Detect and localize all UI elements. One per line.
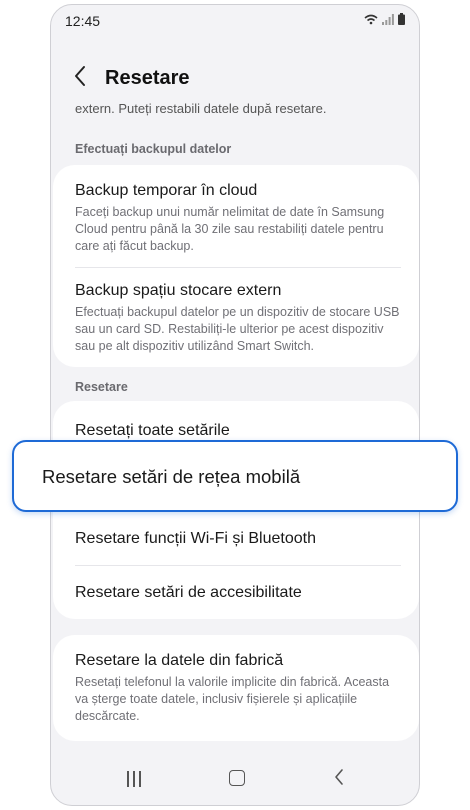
chevron-left-icon	[75, 66, 85, 86]
list-item-reset-wifi-bluetooth[interactable]: Resetare funcții Wi-Fi și Bluetooth	[75, 529, 401, 549]
highlighted-item-reset-mobile-network[interactable]: Resetare setări de rețea mobilă	[12, 440, 458, 512]
partial-description: extern. Puteți restabili datele după res…	[75, 101, 327, 116]
item-title: Resetare funcții Wi-Fi și Bluetooth	[75, 530, 316, 547]
status-bar: 12:45	[51, 5, 419, 39]
item-description: Efectuați backupul datelor pe un dispozi…	[75, 305, 400, 353]
item-description: Resetați telefonul la valorile implicite…	[75, 675, 390, 723]
signal-icon	[381, 13, 394, 25]
factory-reset-card: Resetare la datele din fabrică Resetați …	[53, 635, 419, 741]
nav-back-button[interactable]	[333, 767, 345, 791]
navigation-bar	[51, 755, 419, 805]
status-icons	[364, 13, 405, 26]
item-title: Resetați toate setările	[75, 422, 230, 439]
item-title: Resetare setări de rețea mobilă	[42, 466, 301, 487]
item-title: Backup spațiu stocare extern	[75, 282, 282, 299]
item-title: Resetare la datele din fabrică	[75, 652, 284, 669]
wifi-icon	[364, 14, 378, 24]
back-button[interactable]	[73, 65, 91, 93]
home-button[interactable]	[229, 770, 245, 786]
app-header: Resetare	[51, 61, 419, 101]
list-item-external-backup[interactable]: Backup spațiu stocare extern Efectuați b…	[75, 281, 401, 355]
list-item-cloud-backup[interactable]: Backup temporar în cloud Faceți backup u…	[75, 181, 401, 255]
phone-frame: 12:45 Resetare extern. Puteți restabili …	[50, 4, 420, 806]
list-item-reset-accessibility[interactable]: Resetare setări de accesibilitate	[75, 583, 401, 603]
divider	[75, 267, 401, 268]
divider	[75, 565, 401, 566]
section-label-backup: Efectuați backupul datelor	[75, 142, 232, 156]
item-title: Backup temporar în cloud	[75, 182, 258, 199]
battery-icon	[398, 13, 405, 26]
section-label-reset: Resetare	[75, 380, 128, 394]
item-description: Faceți backup unui număr nelimitat de da…	[75, 205, 385, 253]
backup-card: Backup temporar în cloud Faceți backup u…	[53, 165, 419, 367]
list-item-factory-reset[interactable]: Resetare la datele din fabrică Resetați …	[75, 651, 401, 725]
list-item-reset-all-settings[interactable]: Resetați toate setările	[75, 421, 401, 441]
item-title: Resetare setări de accesibilitate	[75, 584, 302, 601]
chevron-left-icon	[335, 769, 343, 785]
page-title: Resetare	[105, 67, 190, 89]
status-time: 12:45	[65, 13, 101, 29]
recent-apps-button[interactable]	[127, 771, 141, 787]
